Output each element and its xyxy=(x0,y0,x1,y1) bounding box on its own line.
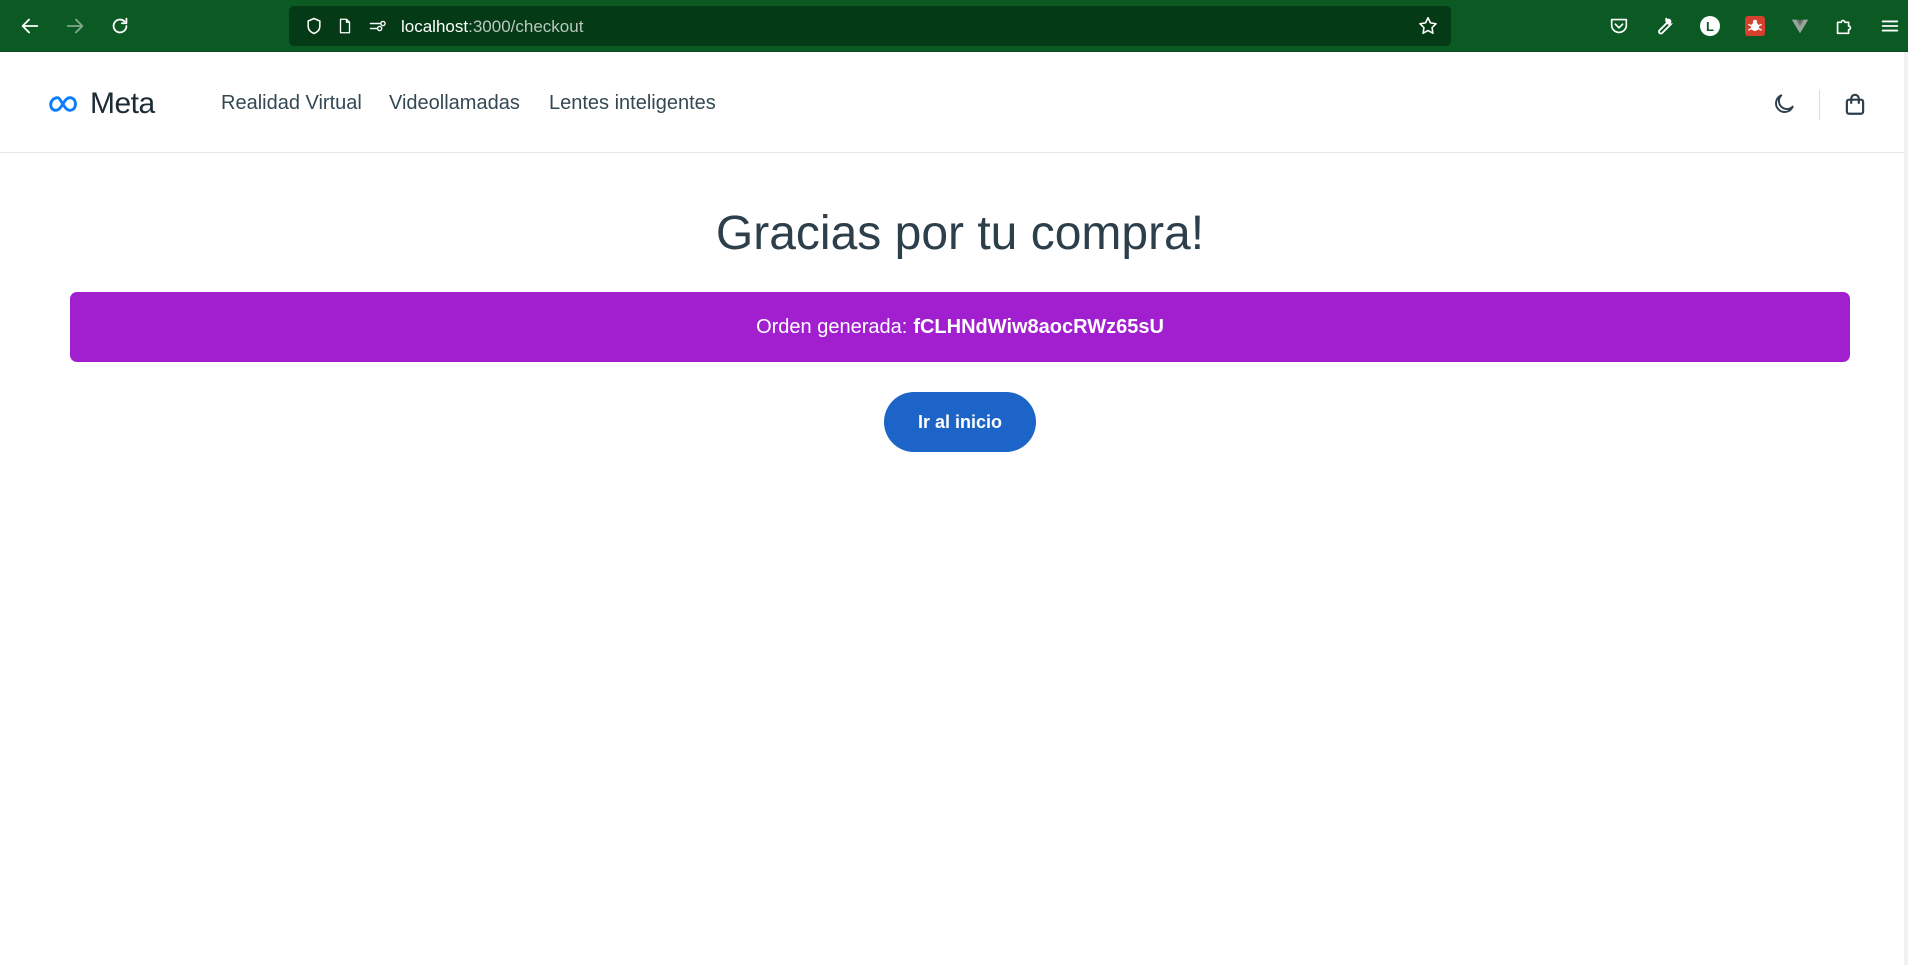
header-divider xyxy=(1819,90,1820,120)
order-id: fCLHNdWiw8aocRWz65sU xyxy=(913,315,1164,338)
back-button[interactable] xyxy=(14,10,46,42)
meta-infinity-icon xyxy=(49,96,77,112)
hamburger-icon[interactable] xyxy=(1876,12,1904,40)
wrench-icon[interactable] xyxy=(1650,12,1678,40)
nav-lentes-inteligentes[interactable]: Lentes inteligentes xyxy=(549,92,716,115)
address-bar[interactable]: localhost:3000/checkout xyxy=(289,6,1451,46)
shield-icon[interactable] xyxy=(303,15,325,37)
browser-toolbar: localhost:3000/checkout L xyxy=(0,0,1908,52)
avatar: L xyxy=(1700,16,1720,36)
arrow-right-icon xyxy=(66,18,84,34)
profile-avatar[interactable]: L xyxy=(1696,12,1724,40)
page-icon[interactable] xyxy=(334,15,356,37)
meta-logo[interactable]: Meta xyxy=(48,87,155,120)
site-header: Meta Realidad Virtual Videollamadas Lent… xyxy=(0,52,1908,153)
logo-text: Meta xyxy=(90,87,155,120)
vue-devtools-icon[interactable] xyxy=(1786,12,1814,40)
extension-red-icon[interactable] xyxy=(1741,12,1769,40)
forward-button[interactable] xyxy=(59,10,91,42)
permissions-icon[interactable] xyxy=(367,15,389,37)
theme-toggle-button[interactable] xyxy=(1767,87,1801,121)
star-icon[interactable] xyxy=(1417,15,1439,37)
arrow-left-icon xyxy=(21,18,39,34)
cart-button[interactable] xyxy=(1838,87,1872,121)
reload-button[interactable] xyxy=(104,10,136,42)
order-label: Orden generada: xyxy=(756,315,908,338)
moon-icon xyxy=(1775,94,1794,113)
nav-videollamadas[interactable]: Videollamadas xyxy=(389,92,520,115)
puzzle-icon[interactable] xyxy=(1830,12,1858,40)
pocket-icon[interactable] xyxy=(1605,12,1633,40)
page-title: Gracias por tu compra! xyxy=(715,207,1205,260)
order-banner: Orden generada: fCLHNdWiw8aocRWz65sU xyxy=(70,292,1850,362)
go-home-button[interactable]: Ir al inicio xyxy=(884,392,1036,452)
reload-icon xyxy=(112,17,128,34)
url-text[interactable]: localhost:3000/checkout xyxy=(401,16,583,38)
nav-realidad-virtual[interactable]: Realidad Virtual xyxy=(221,92,362,115)
shopping-bag-icon xyxy=(1845,93,1865,115)
bug-icon xyxy=(1745,16,1765,36)
scrollbar[interactable] xyxy=(1904,52,1908,965)
